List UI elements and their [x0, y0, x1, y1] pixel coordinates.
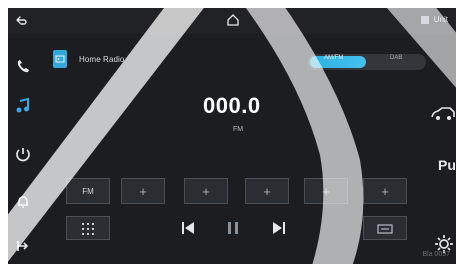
radio-screen: Unit Home Radio AM/FM DAB 000.0 FM FM + … [8, 8, 456, 264]
grid-icon [81, 222, 95, 236]
music-note-icon[interactable] [14, 97, 32, 115]
preset-label: + [322, 183, 330, 199]
preset-label: + [202, 183, 210, 199]
radio-source-icon [53, 50, 67, 68]
preset-4[interactable]: + [245, 178, 289, 204]
status-text: Unit [420, 15, 448, 24]
preset-1[interactable]: FM [66, 178, 110, 204]
version-label: Bla 0097 [422, 251, 450, 258]
status-indicator-icon [420, 15, 429, 24]
bell-icon[interactable] [14, 193, 32, 211]
band-toggle[interactable]: AM/FM DAB [308, 54, 426, 70]
preset-2[interactable]: + [121, 178, 165, 204]
phone-icon[interactable] [14, 58, 32, 76]
exit-icon[interactable] [14, 237, 32, 255]
preset-5[interactable]: + [304, 178, 348, 204]
right-rail: Pu [416, 34, 456, 264]
preset-label: + [381, 183, 389, 199]
skip-next-icon[interactable] [271, 220, 287, 236]
band-toggle-left-label: AM/FM [324, 55, 344, 61]
left-rail [8, 34, 48, 264]
preset-3[interactable]: + [184, 178, 228, 204]
grid-button[interactable] [66, 216, 110, 240]
source-label: Home Radio [79, 54, 125, 64]
frequency-display: 000.0 [203, 93, 261, 118]
home-icon[interactable] [226, 13, 240, 27]
skip-previous-icon[interactable] [180, 220, 196, 236]
power-icon[interactable] [14, 145, 32, 163]
preset-6[interactable]: + [363, 178, 407, 204]
right-rail-label[interactable]: Pu [438, 157, 456, 173]
preset-label: FM [82, 186, 94, 196]
preset-label: + [263, 183, 271, 199]
car-icon[interactable] [430, 106, 456, 122]
band-toggle-right-label: DAB [390, 55, 403, 61]
status-label: Unit [433, 15, 448, 24]
back-icon[interactable] [14, 14, 28, 28]
scan-icon [376, 222, 394, 236]
source-chip[interactable]: Home Radio [53, 48, 124, 70]
frequency-unit: FM [233, 126, 244, 133]
pause-icon[interactable] [225, 220, 241, 236]
preset-label: + [139, 183, 147, 199]
scan-button[interactable] [363, 216, 407, 240]
